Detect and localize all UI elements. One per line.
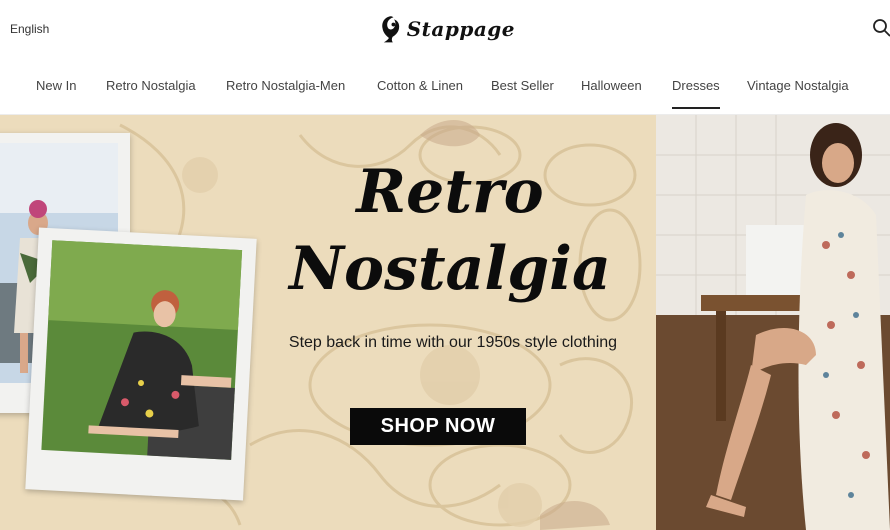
polaroid-photo-2 (25, 227, 257, 501)
logo-silhouette-icon (382, 16, 400, 43)
search-icon[interactable] (872, 18, 890, 38)
logo-wordmark: Stappage (406, 17, 515, 41)
hero-title-line1: Retro (356, 157, 544, 227)
nav-item-dresses[interactable]: Dresses (672, 78, 720, 109)
nav-item-halloween[interactable]: Halloween (581, 78, 642, 93)
main-navigation: New In Retro Nostalgia Retro Nostalgia-M… (0, 62, 890, 115)
hero-subtitle: Step back in time with our 1950s style c… (288, 334, 618, 351)
hero-title-line2: Nostalgia (289, 234, 611, 304)
nav-item-vintage-nostalgia[interactable]: Vintage Nostalgia (747, 78, 849, 93)
nav-item-new-in[interactable]: New In (36, 78, 76, 93)
shop-now-button[interactable]: SHOP NOW (350, 408, 526, 445)
model-photo-2 (41, 240, 243, 460)
nav-item-retro-nostalgia-men[interactable]: Retro Nostalgia-Men (226, 78, 345, 93)
hero-banner[interactable]: Retro Nostalgia Step back in time with o… (0, 115, 890, 530)
nav-item-cotton-linen[interactable]: Cotton & Linen (377, 78, 463, 93)
model-photo-right (656, 115, 890, 530)
nav-item-retro-nostalgia[interactable]: Retro Nostalgia (106, 78, 196, 93)
site-header: English Stappage (0, 0, 890, 62)
site-logo[interactable]: Stappage (380, 6, 515, 52)
nav-item-best-seller[interactable]: Best Seller (491, 78, 554, 93)
language-selector[interactable]: English (10, 22, 49, 36)
